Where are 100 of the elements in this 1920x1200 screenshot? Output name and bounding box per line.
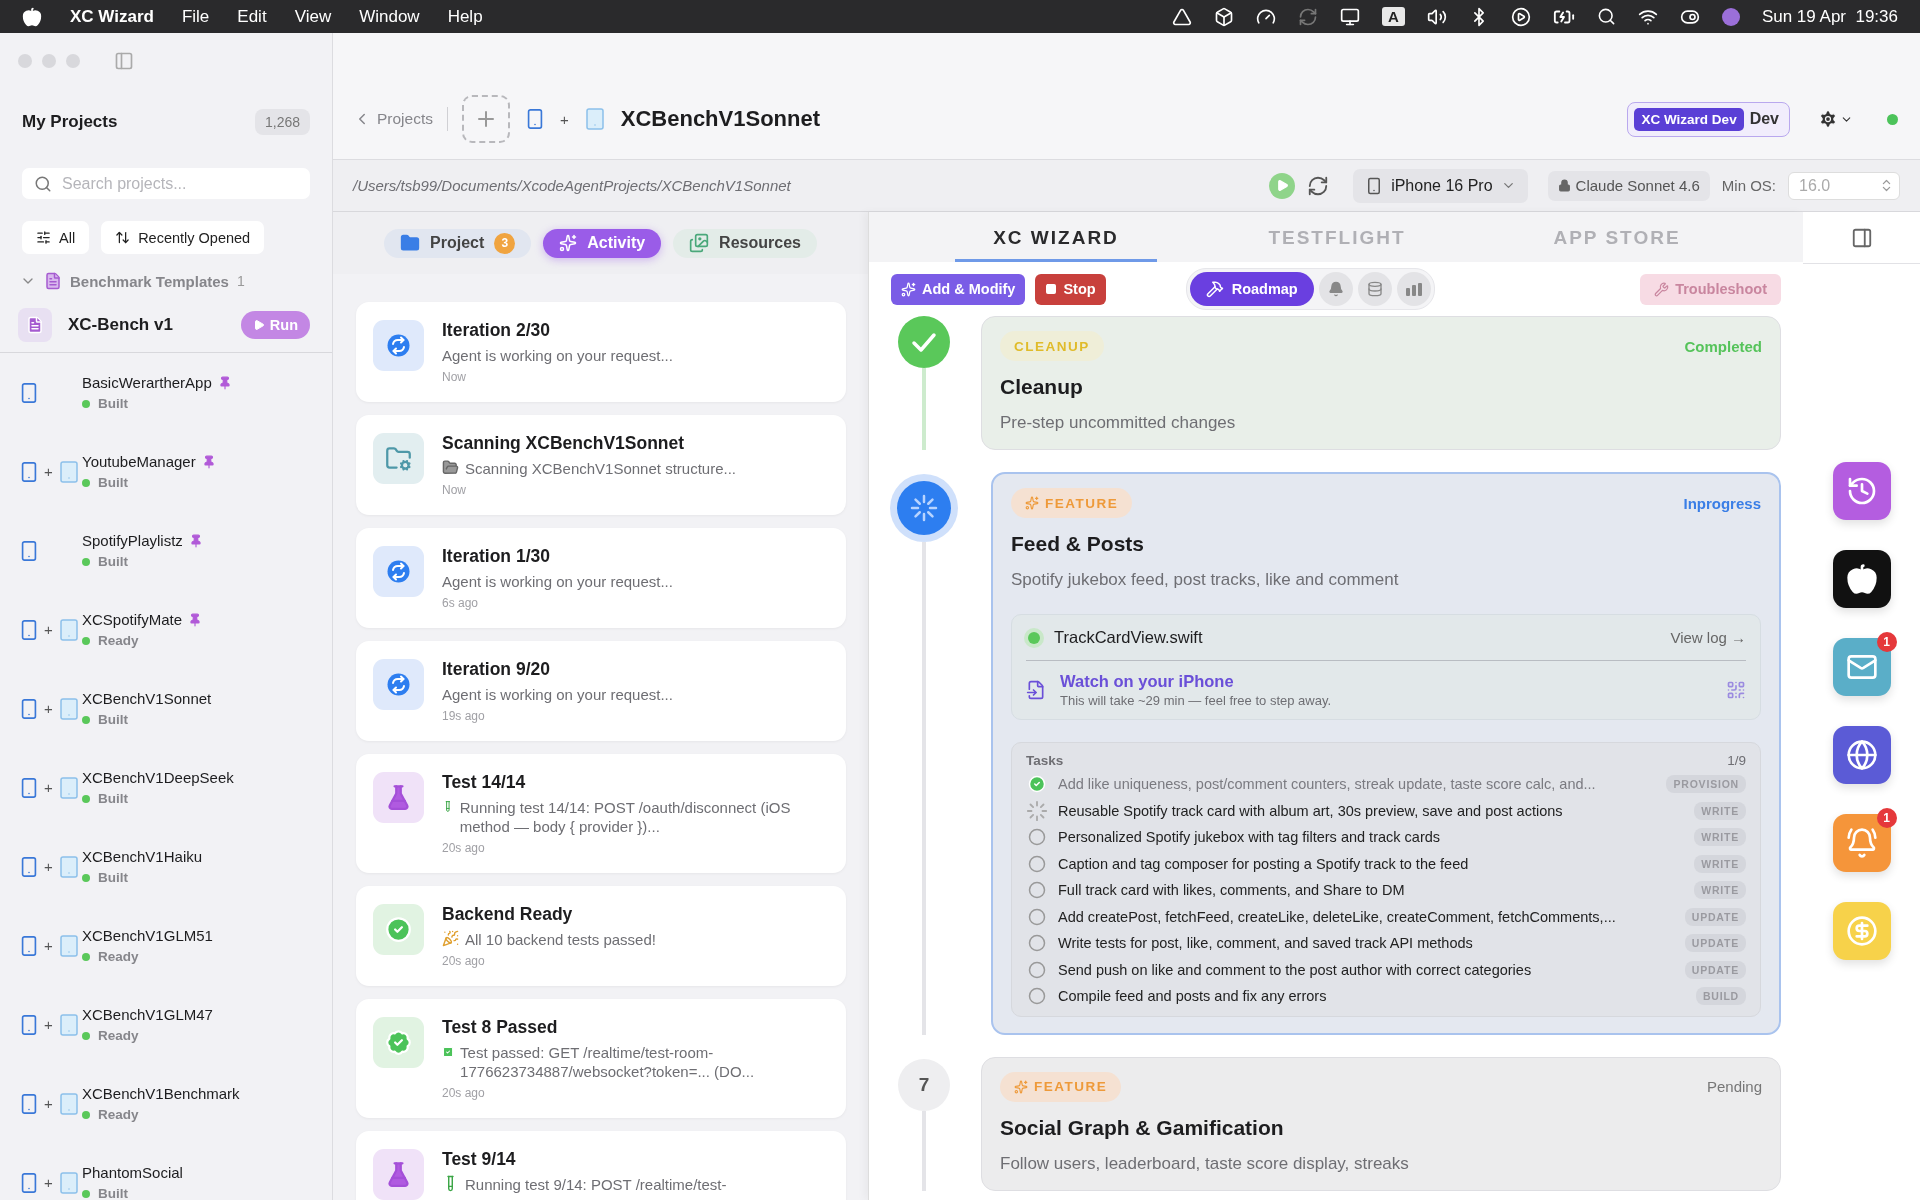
task-text: Compile feed and posts and fix any errors xyxy=(1058,988,1328,1005)
project-name[interactable]: XCBenchV1Haiku xyxy=(82,848,203,865)
environment-badge[interactable]: XC Wizard Dev Dev xyxy=(1627,101,1790,137)
panel-tab[interactable]: Activity xyxy=(543,228,662,258)
step-description: Pre-step uncommitted changes xyxy=(1000,413,1237,433)
menu-item[interactable]: Help xyxy=(447,6,483,27)
settings-menu-button[interactable] xyxy=(1818,109,1853,129)
bell-icon xyxy=(1327,281,1344,297)
plus-sign: + xyxy=(44,1095,53,1112)
task-text: Caption and tag composer for posting a Spotify track to the feed xyxy=(1058,855,1470,872)
search-icon xyxy=(34,175,52,193)
menu-item[interactable]: File xyxy=(181,6,210,27)
sparkles-icon xyxy=(1025,496,1039,510)
step-title: Cleanup xyxy=(1000,375,1084,399)
project-status: Built xyxy=(98,791,128,806)
panel-tab[interactable]: Project 3 xyxy=(384,228,532,258)
activity-title: Iteration 9/20 xyxy=(442,659,551,680)
task-tag: WRITE xyxy=(1694,828,1746,847)
refresh-button[interactable] xyxy=(1307,174,1330,197)
activity-message: Running test 9/14: POST /realtime/test- xyxy=(465,1175,727,1194)
repeat-icon xyxy=(373,659,424,710)
project-count: 1,268 xyxy=(254,109,310,135)
notification-badge: 1 xyxy=(1876,632,1897,652)
count-badge: 3 xyxy=(494,232,516,254)
triangle-icon[interactable] xyxy=(1172,6,1193,27)
step-tag: FEATURE xyxy=(1011,488,1133,518)
project-status: Built xyxy=(98,475,128,490)
project-name[interactable]: XCBenchV1Benchmark xyxy=(82,1085,240,1102)
project-name[interactable]: PhantomSocial xyxy=(82,1164,183,1181)
stop-button[interactable]: Stop xyxy=(1035,273,1106,305)
view-log-link[interactable]: View log → xyxy=(1670,629,1746,646)
project-status: Ready xyxy=(98,949,139,964)
dock-button[interactable] xyxy=(1832,550,1891,608)
activity-message: All 10 backend tests passed! xyxy=(465,930,656,949)
dollar-icon xyxy=(1845,915,1878,947)
status-dot xyxy=(82,794,90,803)
play-icon[interactable] xyxy=(1510,6,1531,27)
activity-time: Now xyxy=(442,370,467,384)
assistant-icon[interactable] xyxy=(1721,7,1740,26)
wizard-tab[interactable]: XC WIZARD xyxy=(955,216,1157,262)
search-icon[interactable] xyxy=(1596,7,1616,26)
filter-button[interactable]: Recently Opened xyxy=(101,221,265,254)
project-name[interactable]: XCSpotifyMate xyxy=(82,611,183,628)
project-name[interactable]: XCBenchV1Sonnet xyxy=(82,690,212,707)
activity-title: Scanning XCBenchV1Sonnet xyxy=(442,433,686,454)
project-name[interactable]: BasicWerartherApp xyxy=(82,374,212,391)
app-menu[interactable]: XC Wizard xyxy=(70,6,154,27)
document-icon xyxy=(18,308,52,342)
model-name: Claude Sonnet 4.6 xyxy=(1575,177,1700,194)
cube-icon[interactable] xyxy=(1214,6,1235,27)
activity-message: Agent is working on your request... xyxy=(442,685,673,704)
plus-sign: + xyxy=(44,858,53,875)
project-name[interactable]: XCBenchV1GLM47 xyxy=(82,1006,213,1023)
project-name[interactable]: SpotifyPlaylistz xyxy=(82,532,183,549)
project-status: Ready xyxy=(98,1028,139,1043)
status-dot xyxy=(82,715,90,724)
min-os-label: Min OS: xyxy=(1721,177,1776,194)
menu-item[interactable]: Edit xyxy=(237,6,267,27)
play-icon xyxy=(1275,179,1289,192)
device-dropdown[interactable]: iPhone 16 Pro xyxy=(1353,168,1528,203)
apple-icon xyxy=(1845,563,1878,595)
display-icon[interactable] xyxy=(1340,6,1361,27)
search-field[interactable]: Search projects... xyxy=(22,168,310,199)
menu-item[interactable]: Window xyxy=(359,6,420,27)
play-icon xyxy=(252,319,265,331)
input-source-indicator[interactable]: A xyxy=(1382,7,1405,26)
step-tag: CLEANUP xyxy=(1000,331,1104,361)
project-name[interactable]: YoutubeManager xyxy=(82,453,196,470)
plus-sign: + xyxy=(44,779,53,796)
panel-toggle-icon[interactable] xyxy=(1850,226,1873,249)
plus-sign: + xyxy=(560,110,569,128)
sidebar-toggle-icon[interactable] xyxy=(114,51,134,71)
bar-chart-icon xyxy=(1404,282,1423,296)
environment-tag: XC Wizard Dev xyxy=(1634,107,1744,131)
view-toggle[interactable]: Roadmap xyxy=(1189,272,1314,306)
apple-menu-icon[interactable] xyxy=(22,6,42,27)
project-name[interactable]: XCBenchV1DeepSeek xyxy=(82,769,234,786)
project-name[interactable]: XCBenchV1GLM51 xyxy=(82,927,213,944)
task-tag: UPDATE xyxy=(1684,907,1746,926)
status-dot xyxy=(82,952,90,961)
sparkles-icon xyxy=(559,234,578,252)
tasks-label: Tasks xyxy=(1026,753,1064,768)
view-toggle[interactable] xyxy=(1357,272,1392,306)
sync-icon[interactable] xyxy=(1298,6,1319,27)
status-dot xyxy=(82,399,90,408)
volume-icon[interactable] xyxy=(1426,6,1447,27)
view-toggle[interactable] xyxy=(1396,272,1431,306)
step-status: Inprogress xyxy=(1683,494,1761,512)
menu-item[interactable]: View xyxy=(294,6,332,27)
watch-link[interactable]: Watch on your iPhone xyxy=(1060,672,1712,691)
plus-sign: + xyxy=(44,700,53,717)
view-toggle[interactable] xyxy=(1318,272,1353,306)
device-login-icon xyxy=(1026,680,1046,700)
add-modify-button[interactable]: Add & Modify xyxy=(891,273,1026,305)
activity-time: 20s ago xyxy=(442,954,486,968)
panel-tab[interactable]: Resources xyxy=(673,228,817,258)
folder-icon xyxy=(442,459,459,476)
sparkles-icon xyxy=(901,281,916,297)
filter-button[interactable]: All xyxy=(22,221,90,254)
add-icon-button[interactable] xyxy=(462,95,510,143)
